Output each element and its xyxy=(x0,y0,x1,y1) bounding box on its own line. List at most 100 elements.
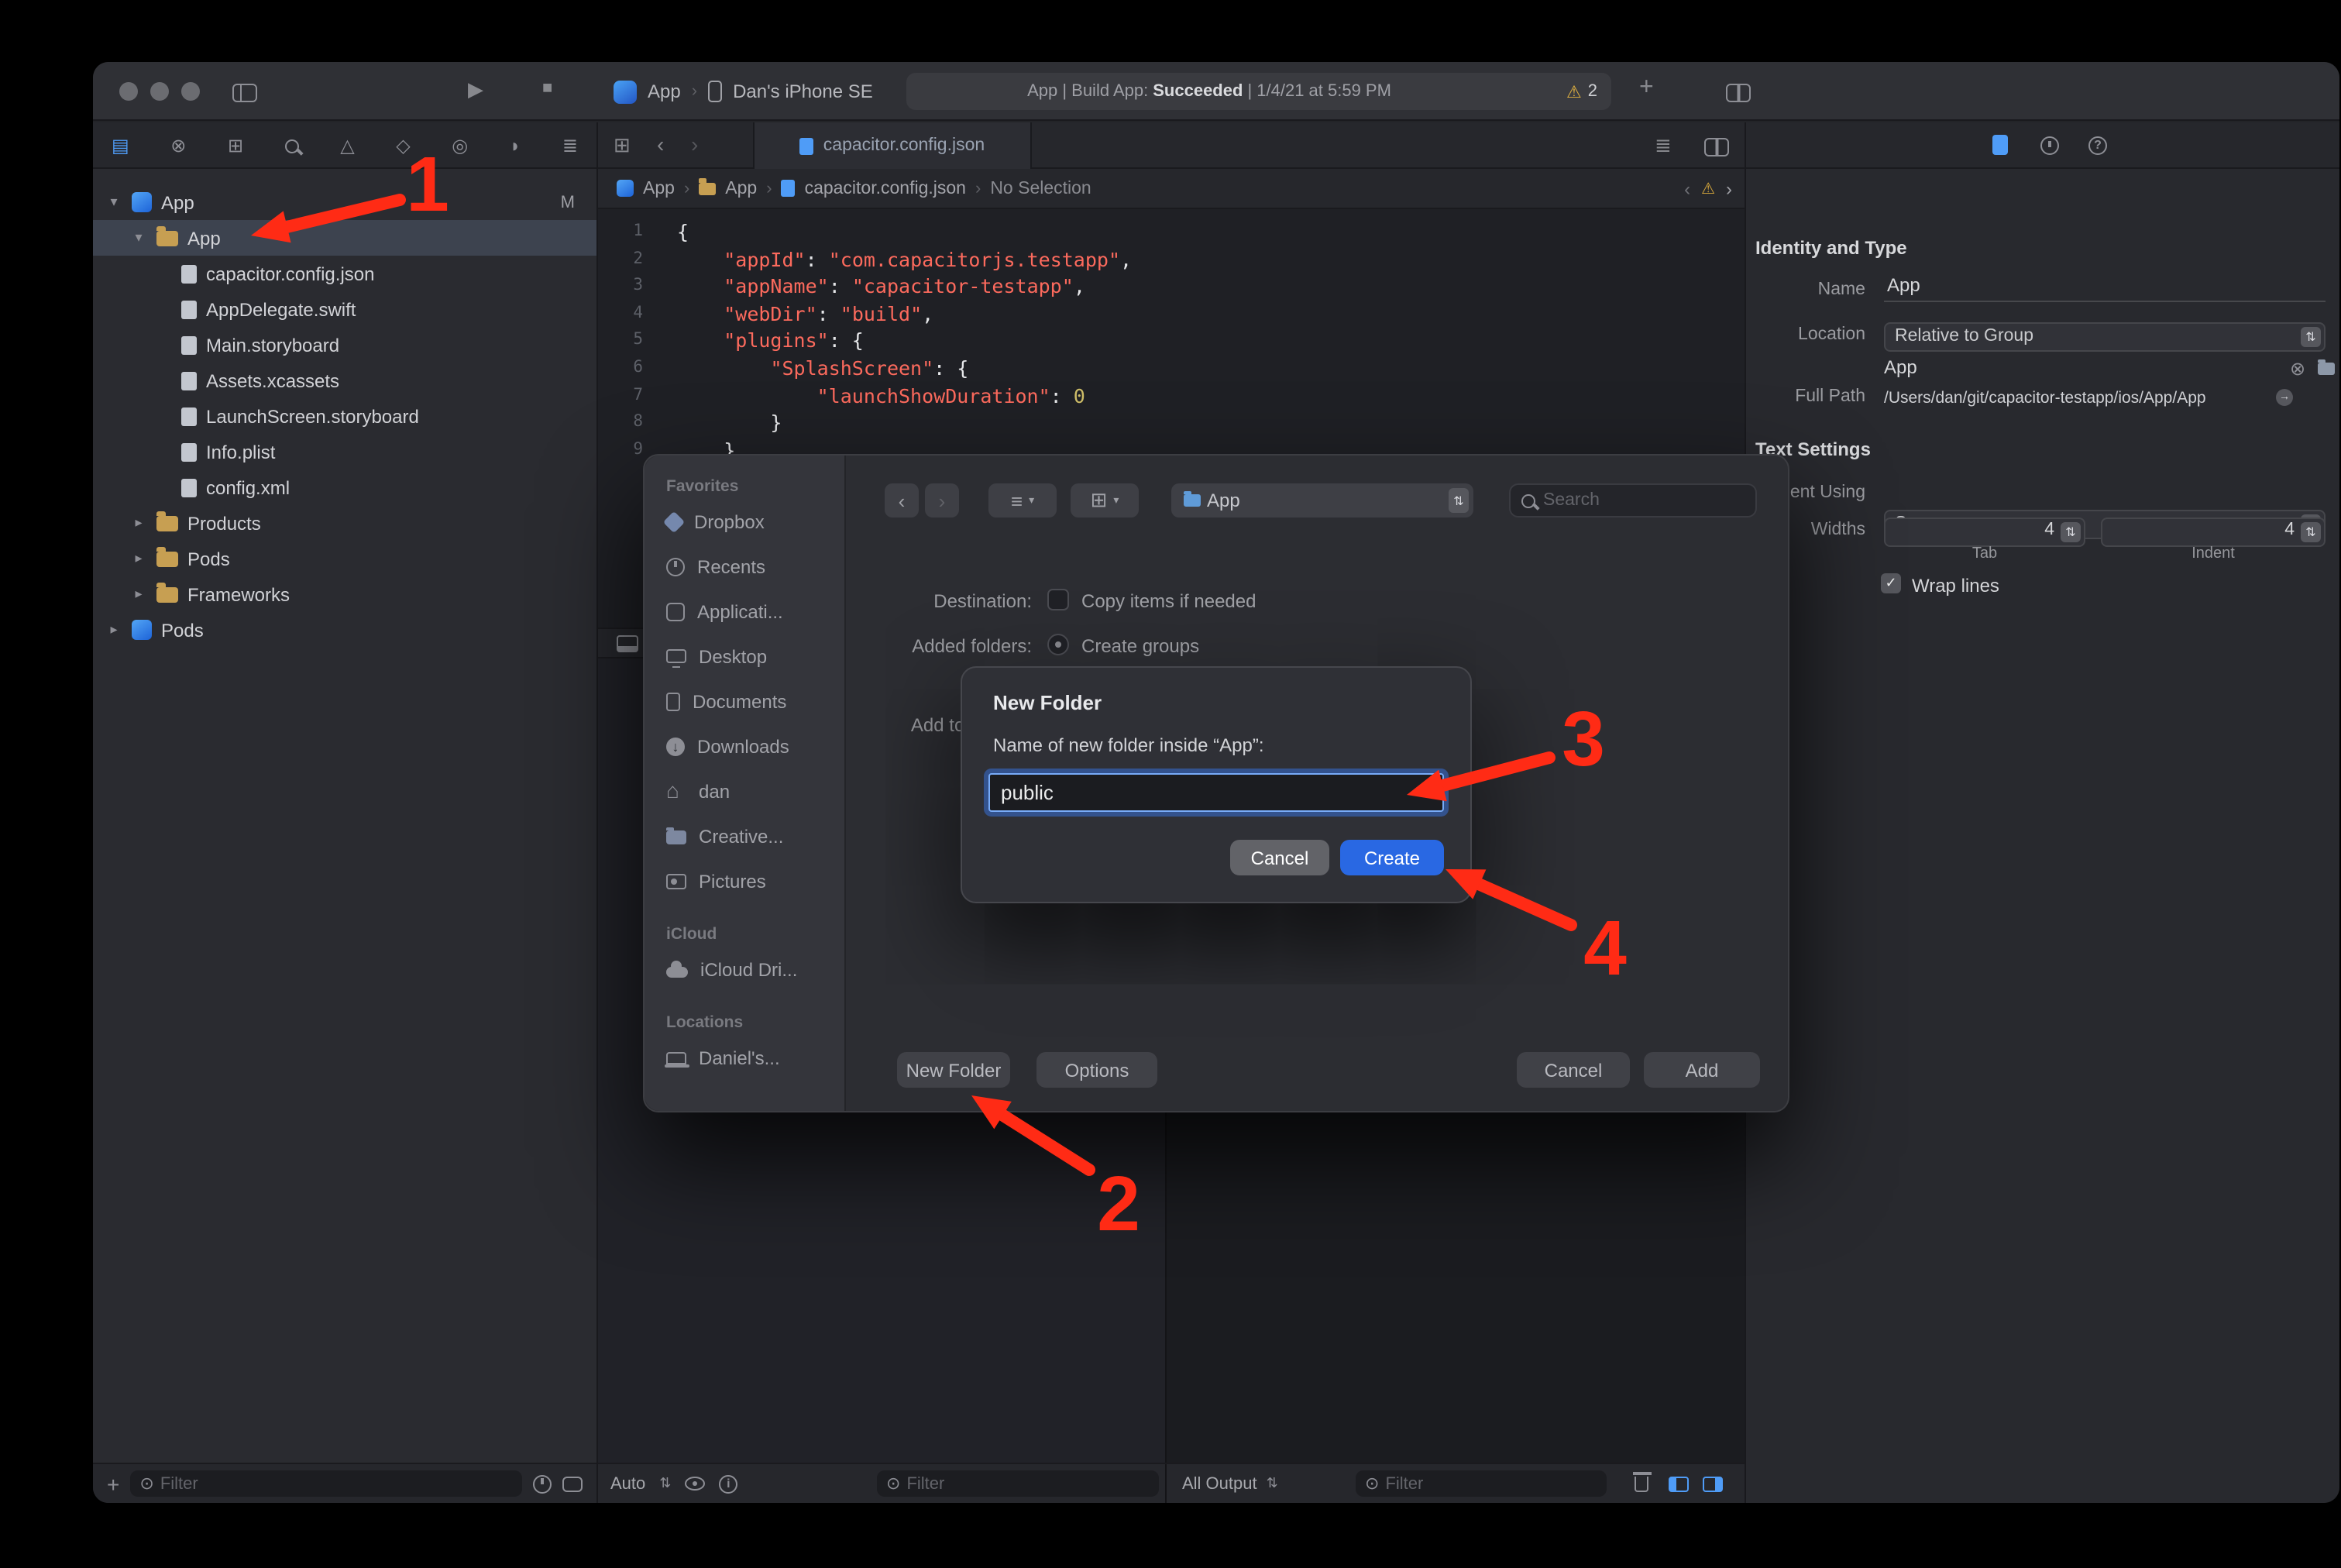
code-line[interactable]: "webDir": "build", xyxy=(677,301,1132,328)
line-number[interactable]: 7 xyxy=(598,382,652,409)
editor-tab[interactable]: capacitor.config.json xyxy=(753,122,1032,169)
code-line[interactable]: "appId": "com.capacitorjs.testapp", xyxy=(677,246,1132,273)
navigator-item-pods[interactable]: ▸Pods xyxy=(93,612,596,648)
navigator-item-frameworks[interactable]: ▸Frameworks xyxy=(93,576,596,612)
breadcrumb-item[interactable]: No Selection xyxy=(990,179,1091,198)
zoom-window-button[interactable] xyxy=(181,82,200,101)
wrap-lines-checkbox[interactable] xyxy=(1881,573,1901,593)
tab-width-stepper[interactable]: 4 xyxy=(1884,518,2085,547)
go-forward-icon[interactable] xyxy=(691,132,698,156)
code-line[interactable]: "appName": "capacitor-testapp", xyxy=(677,273,1132,300)
dialog-add-button[interactable]: Add xyxy=(1644,1052,1760,1088)
line-number[interactable]: 8 xyxy=(598,409,652,436)
new-folder-button[interactable]: New Folder xyxy=(897,1052,1010,1088)
symbol-navigator-icon[interactable] xyxy=(228,135,243,156)
disclosure-chevron[interactable]: ▸ xyxy=(130,514,147,531)
icon-view-button[interactable] xyxy=(1071,483,1139,518)
add-item-button[interactable] xyxy=(107,1471,119,1496)
console-scope-popup[interactable]: All Output xyxy=(1182,1474,1257,1493)
sidebar-item-desktop[interactable]: Desktop xyxy=(645,634,844,679)
sidebar-item-recents[interactable]: Recents xyxy=(645,544,844,589)
debug-navigator-icon[interactable] xyxy=(452,135,468,156)
editor-options-icon[interactable] xyxy=(1727,84,1751,102)
report-navigator-icon[interactable] xyxy=(562,135,578,156)
print-description-icon[interactable] xyxy=(719,1474,737,1493)
navigator-toggle-icon[interactable] xyxy=(232,84,257,102)
code-line[interactable]: "launchShowDuration": 0 xyxy=(677,382,1132,409)
go-back-icon[interactable] xyxy=(657,132,664,156)
stop-button[interactable] xyxy=(542,79,552,98)
code-review-icon[interactable] xyxy=(1655,133,1672,158)
dialog-cancel-button[interactable]: Cancel xyxy=(1517,1052,1630,1088)
file-inspector-icon[interactable] xyxy=(1992,135,2008,155)
line-number[interactable]: 2 xyxy=(598,246,652,273)
navigator-item-capacitor-config-json[interactable]: capacitor.config.json xyxy=(93,256,596,291)
create-button[interactable]: Create xyxy=(1340,840,1444,875)
quicklook-icon[interactable] xyxy=(685,1477,705,1491)
code-line[interactable]: { xyxy=(677,218,1132,246)
cancel-button[interactable]: Cancel xyxy=(1230,840,1329,875)
code-line[interactable]: } xyxy=(677,409,1132,436)
sidebar-item-dan[interactable]: dan xyxy=(645,769,844,813)
disclosure-chevron[interactable]: ▸ xyxy=(130,550,147,567)
line-number[interactable]: 1 xyxy=(598,218,652,246)
recent-files-filter-icon[interactable] xyxy=(533,1474,552,1493)
next-issue-icon[interactable] xyxy=(1726,178,1732,200)
run-button[interactable] xyxy=(468,77,483,102)
scheme-selector[interactable]: App Dan's iPhone SE xyxy=(614,74,873,108)
project-navigator-icon[interactable] xyxy=(112,135,129,156)
navigator-item-launchscreen-storyboard[interactable]: LaunchScreen.storyboard xyxy=(93,398,596,434)
navigator-filter-field[interactable] xyxy=(130,1470,522,1497)
source-control-navigator-icon[interactable] xyxy=(170,135,186,156)
issue-navigator-icon[interactable] xyxy=(340,135,354,156)
line-number[interactable]: 6 xyxy=(598,355,652,382)
navigator-filter-input[interactable] xyxy=(160,1474,513,1493)
previous-issue-icon[interactable] xyxy=(1684,178,1690,200)
folder-name-input[interactable] xyxy=(988,773,1444,812)
open-path-arrow-icon[interactable] xyxy=(2276,389,2293,406)
variables-scope-popup[interactable]: Auto xyxy=(610,1474,645,1493)
indent-width-stepper[interactable]: 4 xyxy=(2101,518,2326,547)
hide-debug-area-icon[interactable] xyxy=(617,634,638,652)
code-line[interactable]: "plugins": { xyxy=(677,328,1132,355)
warning-icon[interactable] xyxy=(1701,181,1715,198)
line-number[interactable]: 5 xyxy=(598,328,652,355)
disclosure-chevron[interactable]: ▾ xyxy=(105,194,122,211)
disclosure-chevron[interactable]: ▸ xyxy=(130,586,147,603)
find-navigator-icon[interactable] xyxy=(285,139,299,153)
navigator-item-pods[interactable]: ▸Pods xyxy=(93,541,596,576)
name-field[interactable]: App xyxy=(1884,271,2326,302)
scm-status-filter-icon[interactable] xyxy=(562,1476,583,1491)
navigator-item-products[interactable]: ▸Products xyxy=(93,505,596,541)
disclosure-chevron[interactable]: ▸ xyxy=(105,621,122,638)
line-number[interactable]: 4 xyxy=(598,301,652,328)
navigator-item-info-plist[interactable]: Info.plist xyxy=(93,434,596,469)
history-inspector-icon[interactable] xyxy=(2040,136,2059,155)
show-console-icon[interactable] xyxy=(1703,1477,1723,1492)
sidebar-item-dropbox[interactable]: Dropbox xyxy=(645,499,844,544)
activity-status-view[interactable]: App | Build App: Succeeded | 1/4/21 at 5… xyxy=(906,73,1611,110)
navigator-item-main-storyboard[interactable]: Main.storyboard xyxy=(93,327,596,363)
breakpoint-navigator-icon[interactable] xyxy=(510,135,521,156)
variables-filter-field[interactable] xyxy=(877,1470,1159,1497)
copy-items-checkbox[interactable] xyxy=(1047,589,1069,610)
forward-button[interactable] xyxy=(925,483,959,518)
close-window-button[interactable] xyxy=(119,82,138,101)
navigator-item-app[interactable]: ▾AppM xyxy=(93,184,596,220)
breadcrumb-item[interactable]: capacitor.config.json xyxy=(805,179,966,198)
reset-location-icon[interactable] xyxy=(2290,358,2305,380)
sidebar-item-applicati[interactable]: Applicati... xyxy=(645,589,844,634)
search-input[interactable] xyxy=(1543,491,1745,510)
library-button[interactable] xyxy=(1639,74,1654,102)
sidebar-item-pictures[interactable]: Pictures xyxy=(645,858,844,903)
breadcrumb-item[interactable]: App xyxy=(725,179,757,198)
sidebar-item-daniel-s[interactable]: Daniel's... xyxy=(645,1035,844,1080)
add-editor-icon[interactable] xyxy=(1704,138,1729,156)
sidebar-item-downloads[interactable]: Downloads xyxy=(645,724,844,769)
location-dropdown[interactable]: Relative to Group xyxy=(1884,322,2326,352)
code-line[interactable]: "SplashScreen": { xyxy=(677,355,1132,382)
list-view-button[interactable] xyxy=(988,483,1057,518)
variables-filter-input[interactable] xyxy=(906,1474,1150,1493)
clear-console-icon[interactable] xyxy=(1635,1477,1648,1492)
navigator-item-assets-xcassets[interactable]: Assets.xcassets xyxy=(93,363,596,398)
